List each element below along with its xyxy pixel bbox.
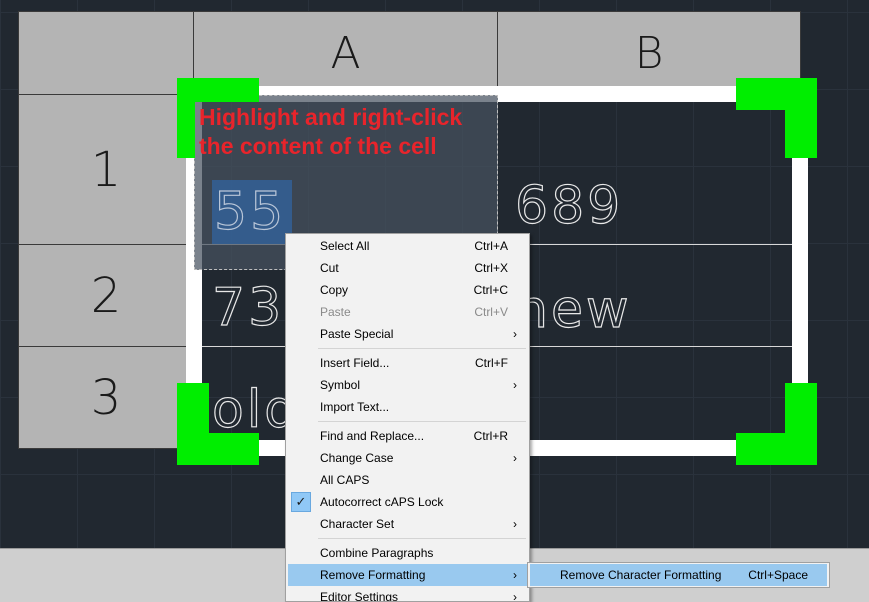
menu-separator [318,421,526,422]
remove-formatting-submenu: Remove Character Formatting Ctrl+Space [527,562,830,588]
selected-cell-text[interactable]: 55 [212,180,292,244]
row-header-3[interactable]: 3 [18,346,194,449]
checkmark-icon: ✓ [291,492,311,512]
submenu-arrow-icon: › [513,590,517,602]
submenu-arrow-icon: › [513,378,517,392]
menu-item-all-caps[interactable]: All CAPS [288,469,527,491]
submenu-arrow-icon: › [513,517,517,531]
menu-item-select-all[interactable]: Select All Ctrl+A [288,235,527,257]
context-menu: Select All Ctrl+A Cut Ctrl+X Copy Ctrl+C… [285,233,530,602]
menu-item-paste-special[interactable]: Paste Special › [288,323,527,345]
submenu-arrow-icon: › [513,451,517,465]
menu-item-character-set[interactable]: Character Set › [288,513,527,535]
submenu-arrow-icon: › [513,568,517,582]
submenu-arrow-icon: › [513,327,517,341]
row-header-2[interactable]: 2 [18,244,194,347]
menu-item-paste[interactable]: Paste Ctrl+V [288,301,527,323]
menu-item-find-replace[interactable]: Find and Replace... Ctrl+R [288,425,527,447]
instruction-annotation: Highlight and right-click the content of… [199,103,499,161]
annotation-line-2: the content of the cell [199,133,437,159]
cell-a1: 55 [213,181,287,242]
cell-b1[interactable]: 689 [514,179,623,232]
menu-item-cut[interactable]: Cut Ctrl+X [288,257,527,279]
corner-cell [18,11,194,95]
menu-item-insert-field[interactable]: Insert Field... Ctrl+F [288,352,527,374]
menu-item-copy[interactable]: Copy Ctrl+C [288,279,527,301]
cell-a2[interactable]: 73 [211,281,284,334]
menu-item-combine-paragraphs[interactable]: Combine Paragraphs [288,542,527,564]
row-header-1[interactable]: 1 [18,94,194,245]
cell-b2[interactable]: new [514,283,631,336]
menu-separator [318,348,526,349]
menu-item-autocorrect-caps-lock[interactable]: ✓ Autocorrect cAPS Lock [288,491,527,513]
annotation-line-1: Highlight and right-click [199,104,463,130]
menu-item-remove-formatting[interactable]: Remove Formatting › [288,564,527,586]
menu-item-editor-settings[interactable]: Editor Settings › [288,586,527,602]
menu-item-remove-character-formatting[interactable]: Remove Character Formatting Ctrl+Space [530,564,827,586]
menu-item-symbol[interactable]: Symbol › [288,374,527,396]
menu-item-import-text[interactable]: Import Text... [288,396,527,418]
menu-separator [318,538,526,539]
menu-item-change-case[interactable]: Change Case › [288,447,527,469]
